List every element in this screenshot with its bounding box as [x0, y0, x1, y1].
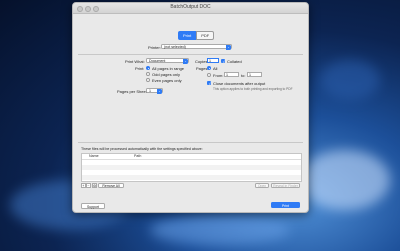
- divider: [78, 54, 303, 55]
- chevron-down-icon: ⌄: [226, 45, 231, 50]
- tab-pdf[interactable]: PDF: [196, 31, 215, 40]
- collated-label: Collated: [227, 59, 242, 64]
- print-what-value: Document: [149, 59, 166, 63]
- printer-select[interactable]: (not selected) ⌄: [161, 44, 232, 50]
- print-what-select[interactable]: Document ⌄: [146, 58, 189, 64]
- chevron-down-icon: ⌄: [157, 89, 162, 94]
- title-bar: BatchOutput DOC: [73, 3, 308, 14]
- table-row: [82, 175, 301, 180]
- pages-per-sheet-label: Pages per Sheet:: [117, 89, 148, 94]
- reveal-in-finder-button[interactable]: Reveal in Finder: [271, 183, 300, 188]
- radio-all-pages[interactable]: [146, 66, 150, 70]
- tab-bar: Print PDF: [178, 31, 215, 40]
- print-button[interactable]: Print: [271, 202, 300, 208]
- print-what-label: Print What:: [125, 59, 145, 64]
- support-button[interactable]: Support: [81, 203, 105, 209]
- radio-pages-all[interactable]: [207, 66, 211, 70]
- radio-pages-all-label: All: [213, 66, 218, 71]
- collated-checkbox[interactable]: [221, 59, 226, 64]
- window-title: BatchOutput DOC: [170, 4, 211, 10]
- radio-odd-pages-label: Odd pages only: [152, 72, 181, 77]
- from-label: From:: [213, 73, 224, 78]
- copies-field[interactable]: 1: [207, 58, 219, 63]
- radio-all-pages-label: All pages in range: [152, 66, 185, 71]
- from-field[interactable]: 1: [224, 72, 239, 77]
- files-table-header: Name Path: [82, 154, 301, 160]
- to-label: to:: [241, 73, 246, 78]
- remove-all-button[interactable]: Remove All: [98, 183, 124, 188]
- batchoutput-window: BatchOutput DOC Print PDF Printer: (not …: [72, 2, 309, 213]
- close-documents-checkbox[interactable]: [207, 81, 212, 86]
- remove-file-button[interactable]: −: [86, 183, 91, 188]
- add-file-button[interactable]: +: [81, 183, 86, 188]
- radio-even-pages[interactable]: [146, 78, 150, 82]
- tab-print[interactable]: Print: [178, 31, 197, 40]
- pages-per-sheet-select[interactable]: 1 ⌄: [146, 88, 163, 94]
- open-button[interactable]: Open: [255, 183, 269, 188]
- close-documents-note: This option applies to both printing and…: [213, 87, 293, 91]
- files-heading: These files will be processed automatica…: [81, 147, 203, 151]
- printer-value: (not selected): [164, 45, 186, 49]
- to-field[interactable]: 1: [247, 72, 262, 77]
- pages-per-sheet-value: 1: [149, 89, 151, 93]
- radio-pages-from[interactable]: [207, 73, 211, 77]
- close-documents-label: Close documents after output: [213, 81, 266, 86]
- radio-even-pages-label: Even pages only: [152, 78, 182, 83]
- chevron-down-icon: ⌄: [183, 59, 188, 64]
- column-path[interactable]: Path: [134, 154, 141, 159]
- gear-icon[interactable]: ⚙: [92, 183, 97, 188]
- print-label: Print:: [135, 66, 145, 71]
- column-name[interactable]: Name: [89, 154, 99, 159]
- divider: [78, 142, 303, 143]
- printer-label: Printer:: [148, 45, 161, 50]
- files-table[interactable]: Name Path: [81, 153, 302, 182]
- radio-odd-pages[interactable]: [146, 72, 150, 76]
